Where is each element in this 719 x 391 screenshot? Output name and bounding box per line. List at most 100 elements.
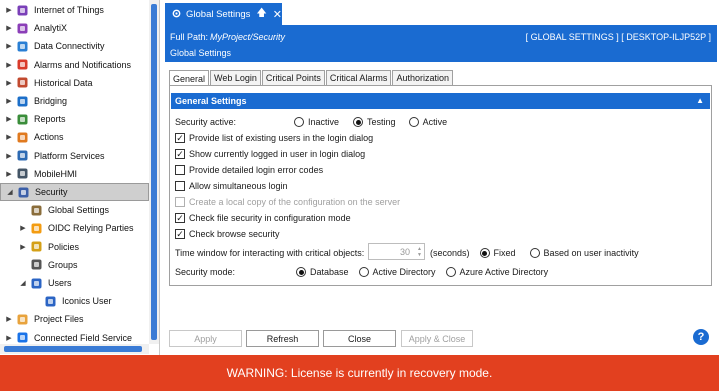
- checkbox-user-list[interactable]: ✓: [175, 133, 185, 143]
- apply-button[interactable]: Apply: [169, 330, 242, 347]
- expand-arrow-icon[interactable]: ▶: [4, 132, 14, 142]
- tree-item-label: Iconics User: [62, 296, 112, 307]
- security-mode-radio-group: Database Active Directory Azure Active D…: [296, 267, 548, 277]
- tree-vertical-scrollbar[interactable]: [149, 0, 159, 344]
- radio-database-label: Database: [310, 267, 349, 277]
- expand-arrow-icon[interactable]: ▶: [4, 114, 14, 124]
- radio-active-directory[interactable]: [358, 267, 369, 277]
- tab-authorization[interactable]: Authorization: [392, 70, 453, 85]
- tree-item-global-settings[interactable]: Global Settings: [0, 201, 149, 219]
- tree-item-historical-data[interactable]: ▶ Historical Data: [0, 74, 149, 92]
- tree-item-bridging[interactable]: ▶ Bridging: [0, 92, 149, 110]
- radio-database[interactable]: [296, 267, 306, 277]
- radio-active[interactable]: [408, 117, 419, 127]
- section-header-general-settings[interactable]: General Settings ▲: [171, 93, 710, 109]
- tree-item-platform-services[interactable]: ▶ Platform Services: [0, 147, 149, 165]
- radio-testing[interactable]: [353, 117, 364, 127]
- expand-arrow-icon[interactable]: ▶: [4, 169, 14, 179]
- expand-arrow-icon[interactable]: ▶: [4, 41, 14, 51]
- help-icon[interactable]: ?: [693, 329, 709, 345]
- radio-active-label: Active: [422, 117, 448, 127]
- radio-fixed[interactable]: [479, 248, 490, 258]
- tree-item-groups[interactable]: Groups: [0, 256, 149, 274]
- collapse-icon[interactable]: ▲: [696, 96, 704, 105]
- tree-item-oidc-relying-parties[interactable]: ▶ OIDC Relying Parties: [0, 219, 149, 237]
- checkbox-browse-security-label: Check browse security: [189, 229, 280, 239]
- tree-item-project-files[interactable]: ▶ Project Files: [0, 310, 149, 328]
- checkbox-row-show-logged-user[interactable]: ✓ Show currently logged in user in login…: [175, 149, 365, 159]
- tab-critical-alarms[interactable]: Critical Alarms: [325, 70, 392, 85]
- radio-user-inactivity[interactable]: [529, 248, 540, 258]
- collapse-arrow-icon[interactable]: ◢: [18, 278, 28, 288]
- expand-arrow-icon[interactable]: ▶: [4, 151, 14, 161]
- radio-inactive[interactable]: [294, 117, 304, 127]
- data-connectivity-icon: [16, 40, 29, 53]
- expand-arrow-icon[interactable]: ▶: [4, 96, 14, 106]
- tree-item-label: Platform Services: [34, 150, 105, 161]
- checkbox-local-copy: [175, 197, 185, 207]
- tree-horizontal-scrollbar[interactable]: [0, 344, 149, 354]
- checkbox-show-logged-user[interactable]: ✓: [175, 149, 185, 159]
- spinner-arrows-icon[interactable]: ▲ ▼: [417, 246, 422, 258]
- tree-item-security[interactable]: ◢ Security: [0, 183, 149, 201]
- tree-item-label: AnalytiX: [34, 23, 68, 34]
- expand-arrow-icon[interactable]: ▶: [4, 60, 14, 70]
- time-window-input[interactable]: 30 ▲ ▼: [368, 243, 425, 260]
- tree-item-alarms-and-notifications[interactable]: ▶ Alarms and Notifications: [0, 56, 149, 74]
- close-tab-icon[interactable]: ✕: [273, 8, 282, 21]
- tree-item-users[interactable]: ◢ Users: [0, 274, 149, 292]
- checkbox-row-browse-security[interactable]: ✓ Check browse security: [175, 229, 280, 239]
- checkbox-file-security-label: Check file security in configuration mod…: [189, 213, 351, 223]
- scrollbar-thumb[interactable]: [4, 346, 142, 352]
- document-tab-global-settings[interactable]: Global Settings 🡅 ✕: [165, 3, 282, 25]
- expand-arrow-icon[interactable]: ▶: [18, 242, 28, 252]
- checkbox-local-copy-label: Create a local copy of the configuration…: [189, 197, 401, 207]
- tree-item-label: Users: [48, 278, 72, 288]
- tree-item-label: Alarms and Notifications: [34, 59, 132, 70]
- tree-item-policies[interactable]: ▶ Policies: [0, 238, 149, 256]
- checkbox-simultaneous-login-label: Allow simultaneous login: [189, 181, 288, 191]
- expand-arrow-icon[interactable]: ▶: [4, 333, 14, 343]
- radio-azure-active-directory[interactable]: [445, 267, 456, 277]
- tree-item-label: Security: [35, 187, 68, 197]
- expand-arrow-icon[interactable]: ▶: [4, 78, 14, 88]
- tab-critical-points[interactable]: Critical Points: [261, 70, 325, 85]
- radio-testing-label: Testing: [367, 117, 396, 127]
- tree-item-iconics-user[interactable]: Iconics User: [0, 292, 149, 310]
- checkbox-simultaneous-login[interactable]: [175, 181, 185, 191]
- checkbox-detailed-errors[interactable]: [175, 165, 185, 175]
- checkbox-file-security[interactable]: ✓: [175, 213, 185, 223]
- collapse-arrow-icon[interactable]: ◢: [5, 187, 15, 197]
- expand-arrow-icon[interactable]: ▶: [4, 314, 14, 324]
- checkbox-row-detailed-errors[interactable]: Provide detailed login error codes: [175, 165, 323, 175]
- expand-arrow-icon[interactable]: ▶: [4, 5, 14, 15]
- apply-close-button[interactable]: Apply & Close: [401, 330, 473, 347]
- refresh-button[interactable]: Refresh: [246, 330, 319, 347]
- expand-arrow-icon[interactable]: ▶: [18, 223, 28, 233]
- tree-item-actions[interactable]: ▶ Actions: [0, 128, 149, 146]
- checkbox-browse-security[interactable]: ✓: [175, 229, 185, 239]
- pin-icon[interactable]: 🡅: [256, 6, 266, 23]
- tree-item-internet-of-things[interactable]: ▶ Internet of Things: [0, 1, 149, 19]
- expand-arrow-icon[interactable]: ▶: [4, 23, 14, 33]
- tree-item-label: OIDC Relying Parties: [48, 223, 134, 234]
- platform-services-icon: [16, 149, 29, 162]
- checkbox-row-simultaneous-login[interactable]: Allow simultaneous login: [175, 181, 288, 191]
- checkbox-row-file-security[interactable]: ✓ Check file security in configuration m…: [175, 213, 351, 223]
- tree-item-label: Actions: [34, 132, 64, 143]
- radio-fixed-label: Fixed: [493, 248, 516, 258]
- security-mode-label: Security mode:: [175, 267, 236, 277]
- tab-general[interactable]: General: [169, 70, 210, 86]
- tree-item-analytix[interactable]: ▶ AnalytiX: [0, 19, 149, 37]
- checkbox-row-user-list[interactable]: ✓ Provide list of existing users in the …: [175, 133, 373, 143]
- close-button[interactable]: Close: [323, 330, 396, 347]
- document-tab-label: Global Settings: [186, 8, 251, 20]
- full-path-value: MyProject/Security: [210, 32, 286, 42]
- tree-item-reports[interactable]: ▶ Reports: [0, 110, 149, 128]
- tab-web-login[interactable]: Web Login: [210, 70, 261, 85]
- tree-item-mobilehmi[interactable]: ▶ MobileHMI: [0, 165, 149, 183]
- scrollbar-thumb[interactable]: [151, 4, 157, 340]
- tree-item-data-connectivity[interactable]: ▶ Data Connectivity: [0, 37, 149, 55]
- project-tree[interactable]: ▶ Internet of Things ▶ AnalytiX ▶ Data Connec…: [0, 0, 160, 355]
